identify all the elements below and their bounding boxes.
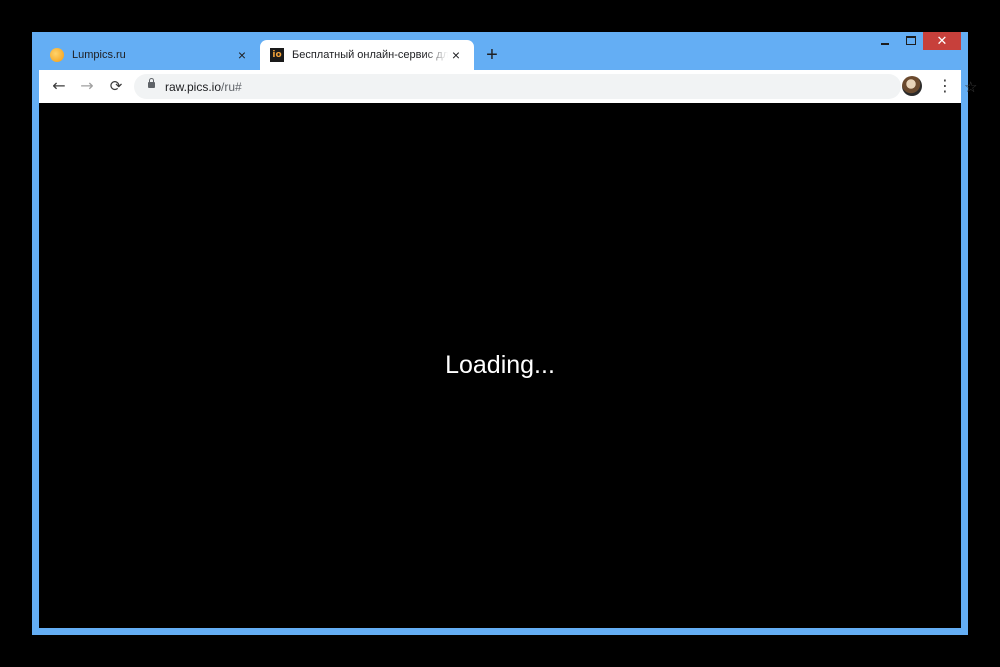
url-host: raw.pics.io xyxy=(165,80,222,94)
url-text[interactable]: raw.pics.io/ru# xyxy=(165,80,242,94)
raw-pics-io-favicon-icon: io xyxy=(270,48,284,62)
back-button[interactable]: ← xyxy=(49,76,69,96)
tab-strip: Lumpics.ru × io Бесплатный онлайн-сервис… xyxy=(32,32,968,70)
tab-title: Lumpics.ru xyxy=(72,49,126,61)
bookmark-star-icon[interactable]: ☆ xyxy=(964,79,980,95)
tab-close-icon[interactable]: × xyxy=(448,47,464,63)
new-tab-button[interactable]: + xyxy=(482,45,502,66)
url-path: /ru# xyxy=(221,80,242,94)
tab-lumpics[interactable]: Lumpics.ru × xyxy=(40,40,260,70)
lock-icon[interactable] xyxy=(148,78,155,88)
reload-button[interactable]: ⟳ xyxy=(106,76,126,96)
profile-avatar[interactable] xyxy=(902,76,922,96)
address-bar[interactable]: raw.pics.io/ru# ☆ xyxy=(134,74,977,99)
orange-favicon-icon xyxy=(50,48,64,62)
browser-toolbar: ← → ⟳ raw.pics.io/ru# ☆ ⋮ xyxy=(39,70,977,103)
minimize-button[interactable] xyxy=(878,32,892,52)
page-content: Loading... xyxy=(39,103,961,628)
forward-button[interactable]: → xyxy=(77,76,97,96)
tab-close-icon[interactable]: × xyxy=(234,47,250,63)
tab-raw-pics-io[interactable]: io Бесплатный онлайн-сервис для × xyxy=(260,40,474,70)
loading-text: Loading... xyxy=(445,351,555,379)
window-close-button[interactable]: ✕ xyxy=(923,32,961,50)
menu-kebab-icon[interactable]: ⋮ xyxy=(937,76,953,96)
tab-title: Бесплатный онлайн-сервис для xyxy=(292,49,448,61)
browser-window: Lumpics.ru × io Бесплатный онлайн-сервис… xyxy=(32,32,977,635)
maximize-button[interactable] xyxy=(904,32,918,52)
